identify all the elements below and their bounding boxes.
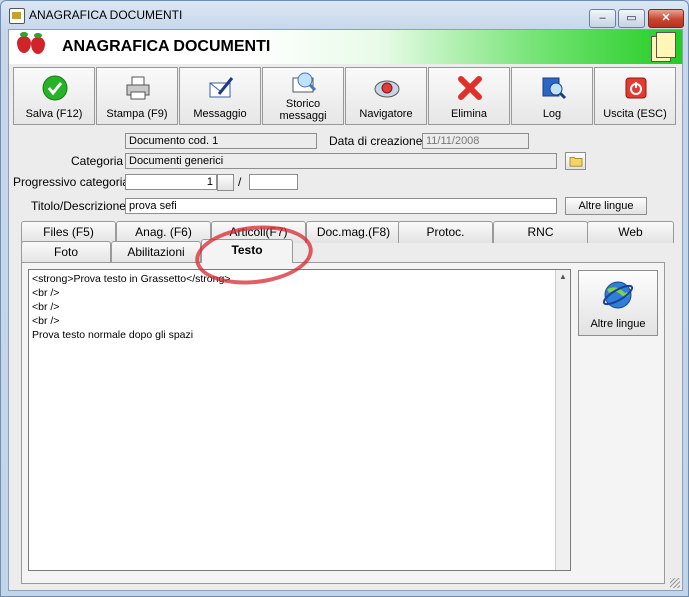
progressive-button[interactable]	[217, 174, 234, 191]
delete-button[interactable]: Elimina	[428, 67, 510, 125]
category-field: Documenti generici	[125, 153, 557, 169]
check-icon	[42, 75, 68, 101]
progressive-field[interactable]: 1	[125, 174, 217, 190]
editor-line: <strong>Prova testo in Grassetto</strong…	[32, 273, 231, 285]
tab-files[interactable]: Files (F5)	[21, 221, 116, 243]
title-bar[interactable]: ANAGRAFICA DOCUMENTI ‒ ▭ ✕	[1, 1, 688, 29]
editor-line: <br />	[32, 315, 60, 327]
tab-web[interactable]: Web	[587, 221, 674, 243]
editor-line: Prova testo normale dopo gli spazi	[32, 329, 194, 341]
print-button[interactable]: Stampa (F9)	[96, 67, 178, 125]
resize-grip[interactable]	[670, 578, 680, 588]
created-date-field: 11/11/2008	[422, 133, 529, 149]
exit-label: Uscita (ESC)	[603, 108, 667, 120]
page-title: ANAGRAFICA DOCUMENTI	[62, 38, 271, 55]
tab-abilitazioni[interactable]: Abilitazioni	[111, 241, 201, 263]
strawberry-icon	[17, 32, 31, 53]
tab-doc-mag[interactable]: Doc.mag.(F8)	[306, 221, 401, 243]
header-band: ANAGRAFICA DOCUMENTI	[9, 30, 682, 64]
testo-tab-panel: <strong>Prova testo in Grassetto</strong…	[21, 262, 665, 584]
message-pen-icon	[209, 77, 234, 98]
editor-line: <br />	[32, 287, 60, 299]
tab-testo[interactable]: Testo	[201, 239, 293, 263]
documents-icon	[650, 30, 676, 62]
category-label: Categoria :	[71, 154, 130, 168]
tab-foto[interactable]: Foto	[21, 241, 111, 263]
title-field[interactable]: prova sefi	[125, 198, 557, 214]
app-window: ANAGRAFICA DOCUMENTI ‒ ▭ ✕ ANAGRAFICA DO…	[0, 0, 689, 597]
app-icon	[9, 8, 25, 24]
text-editor[interactable]: <strong>Prova testo in Grassetto</strong…	[28, 269, 571, 571]
scroll-up-icon[interactable]: ▲	[558, 272, 568, 282]
progressive-suffix-field[interactable]	[249, 174, 298, 190]
folder-icon	[569, 157, 582, 167]
globe-icon	[602, 281, 634, 309]
message-button[interactable]: Messaggio	[179, 67, 261, 125]
minimize-button[interactable]: ‒	[589, 9, 616, 28]
exit-button[interactable]: Uscita (ESC)	[594, 67, 676, 125]
delete-label: Elimina	[450, 108, 488, 120]
log-button[interactable]: Log	[511, 67, 593, 125]
tab-rnc[interactable]: RNC	[493, 221, 588, 243]
tab-protoc[interactable]: Protoc.	[398, 221, 493, 243]
message-history-label: Storico messaggi	[279, 98, 327, 122]
other-languages-side-label: Altre lingue	[590, 318, 646, 330]
category-browse-button[interactable]	[565, 152, 586, 170]
message-label: Messaggio	[193, 108, 247, 120]
other-languages-side-button[interactable]: Altre lingue	[578, 270, 658, 336]
printer-icon	[126, 76, 150, 100]
other-languages-button[interactable]: Altre lingue	[565, 197, 647, 215]
envelope-search-icon	[292, 72, 317, 93]
navigator-button[interactable]: Navigatore	[345, 67, 427, 125]
print-label: Stampa (F9)	[106, 108, 168, 120]
save-label: Salva (F12)	[25, 108, 83, 120]
progressive-label: Progressivo categoria :	[13, 175, 136, 189]
toolbar: Salva (F12) Stampa (F9) Messaggio Storic…	[13, 67, 678, 125]
window-title: ANAGRAFICA DOCUMENTI	[29, 8, 183, 22]
red-x-icon	[458, 76, 482, 100]
created-date-label: Data di creazione :	[329, 134, 430, 148]
title-label: Titolo/Descrizione :	[31, 199, 133, 213]
editor-scrollbar[interactable]: ▲	[555, 270, 570, 570]
message-history-button[interactable]: Storico messaggi	[262, 67, 344, 125]
tab-anag[interactable]: Anag. (F6)	[116, 221, 211, 243]
log-label: Log	[542, 108, 562, 120]
save-button[interactable]: Salva (F12)	[13, 67, 95, 125]
editor-line: <br />	[32, 301, 60, 313]
progressive-separator: /	[238, 175, 242, 189]
client-area: ANAGRAFICA DOCUMENTI Salva (F12) Stampa …	[8, 29, 683, 591]
close-button[interactable]: ✕	[648, 9, 684, 28]
exit-power-icon	[625, 77, 647, 99]
strawberry-icon	[31, 33, 45, 54]
log-search-icon	[542, 77, 567, 100]
document-code-field: Documento cod. 1	[125, 133, 317, 149]
navigator-label: Navigatore	[359, 108, 413, 120]
maximize-button[interactable]: ▭	[618, 9, 645, 28]
compass-icon	[374, 80, 400, 98]
